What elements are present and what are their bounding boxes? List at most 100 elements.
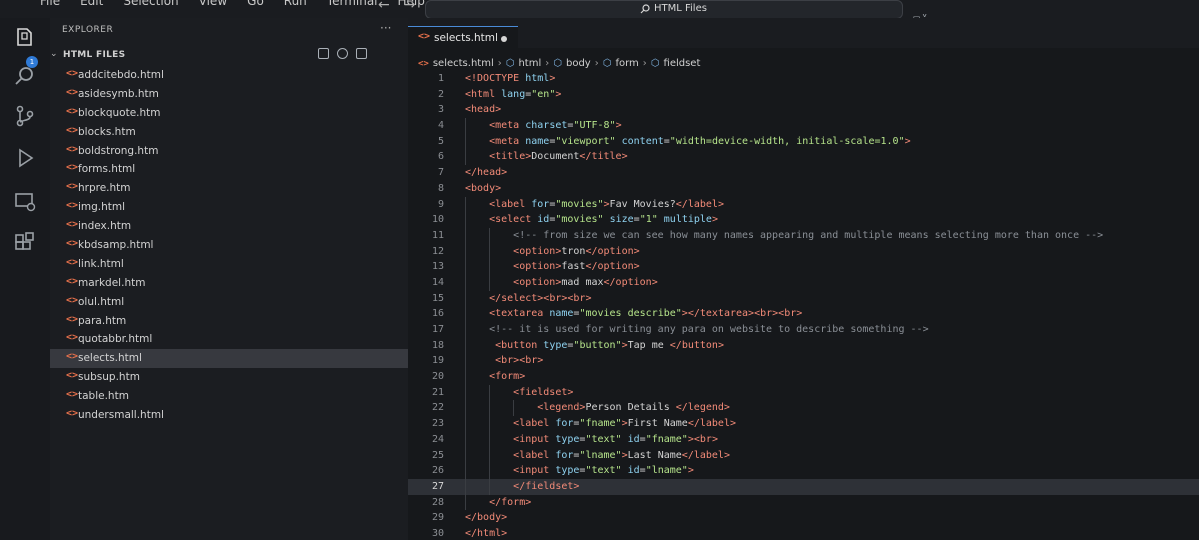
menu-item-terminal[interactable]: Terminal xyxy=(327,0,378,8)
file-item[interactable]: <> blocks.htm xyxy=(50,123,408,142)
tab-selects-html[interactable]: <> selects.html xyxy=(408,26,518,48)
file-item[interactable]: <> boldstrong.htm xyxy=(50,142,408,161)
code-text: <label for="fname">First Name</label> xyxy=(513,418,737,430)
file-item[interactable]: <> hrpre.htm xyxy=(50,179,408,198)
command-center-search[interactable]: HTML Files xyxy=(425,0,903,19)
menu-item-selection[interactable]: Selection xyxy=(123,0,178,8)
line-number: 11 xyxy=(431,229,444,241)
file-item[interactable]: <> quotabbr.html xyxy=(50,330,408,349)
file-item[interactable]: <> addcitebdo.html xyxy=(50,66,408,85)
tab-label: selects.html xyxy=(434,32,498,44)
code-text: </select><br><br> xyxy=(489,292,592,304)
html-file-icon: <> xyxy=(66,408,79,420)
file-item[interactable]: <> asidesymb.htm xyxy=(50,85,408,104)
line-number: 15 xyxy=(431,292,444,304)
file-item[interactable]: <> selects.html xyxy=(50,349,408,369)
line-number: 2 xyxy=(437,88,444,100)
menu-item-run[interactable]: Run xyxy=(284,0,307,8)
back-arrow-icon[interactable]: ← xyxy=(378,0,390,13)
line-number: 9 xyxy=(437,198,444,210)
file-item[interactable]: <> forms.html xyxy=(50,160,408,179)
line-number: 28 xyxy=(431,496,444,508)
search-icon[interactable] xyxy=(13,64,37,88)
line-number: 24 xyxy=(431,433,444,445)
html-file-icon: <> xyxy=(66,389,79,401)
code-text: </fieldset> xyxy=(513,480,580,492)
line-number: 18 xyxy=(431,339,444,351)
line-number: 4 xyxy=(437,120,444,132)
file-name: blocks.htm xyxy=(78,125,136,138)
editor: <> selects.html <> selects.html › ⬡ html › ⬡ bo… xyxy=(408,18,1199,540)
file-item[interactable]: <> para.htm xyxy=(50,312,408,331)
element-icon: ⬡ xyxy=(602,58,612,69)
refresh-icon[interactable] xyxy=(337,48,348,59)
source-control-icon[interactable] xyxy=(13,104,37,128)
file-item[interactable]: <> link.html xyxy=(50,255,408,274)
line-number: 27 xyxy=(431,480,444,492)
breadcrumb-item[interactable]: form xyxy=(615,58,638,69)
forward-arrow-icon[interactable]: → xyxy=(404,0,416,13)
code-line: 29 </body> xyxy=(408,510,1199,526)
collapse-all-icon[interactable] xyxy=(356,48,367,59)
file-list: <> addcitebdo.html <> asidesymb.htm <> blockq… xyxy=(50,66,408,425)
code-area[interactable]: 1 <!DOCTYPE html> 2 <html lang="en"> 3 <head>… xyxy=(408,71,1199,540)
menu-item-file[interactable]: File xyxy=(40,0,60,8)
code-line: 30 </html> xyxy=(408,526,1199,540)
menu-item-edit[interactable]: Edit xyxy=(80,0,103,8)
explorer-sidebar: EXPLORER ··· ⌄ HTML FILES <> addcitebdo.h… xyxy=(50,18,408,540)
file-item[interactable]: <> markdel.htm xyxy=(50,274,408,293)
file-item[interactable]: <> undersmall.html xyxy=(50,406,408,425)
extensions-icon[interactable] xyxy=(13,231,37,255)
code-text: <fieldset> xyxy=(513,386,574,398)
folder-header[interactable]: ⌄ HTML FILES xyxy=(50,48,408,64)
file-name: subsup.htm xyxy=(78,371,140,384)
new-file-icon[interactable] xyxy=(318,48,329,59)
line-number: 23 xyxy=(431,418,444,430)
more-actions-icon[interactable]: ··· xyxy=(380,21,391,35)
unsaved-dot-icon[interactable] xyxy=(501,36,507,42)
line-number: 25 xyxy=(431,449,444,461)
breadcrumb-item[interactable]: selects.html xyxy=(433,58,494,69)
explorer-files-icon[interactable] xyxy=(13,26,37,50)
html-file-icon: <> xyxy=(66,370,79,382)
remote-explorer-icon[interactable] xyxy=(13,190,37,214)
file-item[interactable]: <> index.htm xyxy=(50,217,408,236)
menu-bar: File Edit Selection View Go Run Terminal Help xyxy=(40,0,425,8)
breadcrumb-item[interactable]: body xyxy=(566,58,591,69)
code-text: <option>mad max</option> xyxy=(513,276,658,288)
code-text: <html lang="en"> xyxy=(465,88,562,100)
html-file-icon: <> xyxy=(66,124,79,136)
file-name: index.htm xyxy=(78,220,132,233)
line-number: 10 xyxy=(431,214,444,226)
breadcrumb-item[interactable]: html xyxy=(518,58,541,69)
menu-item-go[interactable]: Go xyxy=(247,0,264,8)
html-file-icon: <> xyxy=(66,294,79,306)
code-line: 3 <head> xyxy=(408,102,1199,118)
code-line: 20 <form> xyxy=(408,369,1199,385)
html-file-icon: <> xyxy=(66,219,79,231)
file-item[interactable]: <> img.html xyxy=(50,198,408,217)
code-text: <select id="movies" size="1" multiple> xyxy=(489,214,718,226)
breadcrumb-separator-icon: › xyxy=(545,58,550,69)
menu-item-view[interactable]: View xyxy=(199,0,227,8)
file-item[interactable]: <> blockquote.htm xyxy=(50,104,408,123)
html-file-icon: <> xyxy=(66,313,79,325)
breadcrumb-separator-icon: › xyxy=(497,58,502,69)
code-line: 27 </fieldset> xyxy=(408,478,1199,495)
code-text: <option>fast</option> xyxy=(513,261,640,273)
code-line: 26 <input type="text" id="lname"> xyxy=(408,463,1199,479)
code-line: 18 <button type="button">Tap me </button… xyxy=(408,337,1199,354)
file-item[interactable]: <> olul.html xyxy=(50,293,408,312)
code-text: <input type="text" id="lname"> xyxy=(513,465,694,477)
breadcrumb-item[interactable]: fieldset xyxy=(664,58,701,69)
run-debug-icon[interactable] xyxy=(13,146,37,170)
code-text: </head> xyxy=(465,167,508,179)
code-line: 16 <textarea name="movies describe"></te… xyxy=(408,306,1199,322)
file-name: img.html xyxy=(78,201,126,214)
code-text: <input type="text" id="fname"><br> xyxy=(513,433,718,445)
file-name: hrpre.htm xyxy=(78,182,131,195)
file-item[interactable]: <> kbdsamp.html xyxy=(50,236,408,255)
file-item[interactable]: <> table.htm xyxy=(50,387,408,406)
line-number: 29 xyxy=(431,512,444,524)
file-item[interactable]: <> subsup.htm xyxy=(50,368,408,387)
